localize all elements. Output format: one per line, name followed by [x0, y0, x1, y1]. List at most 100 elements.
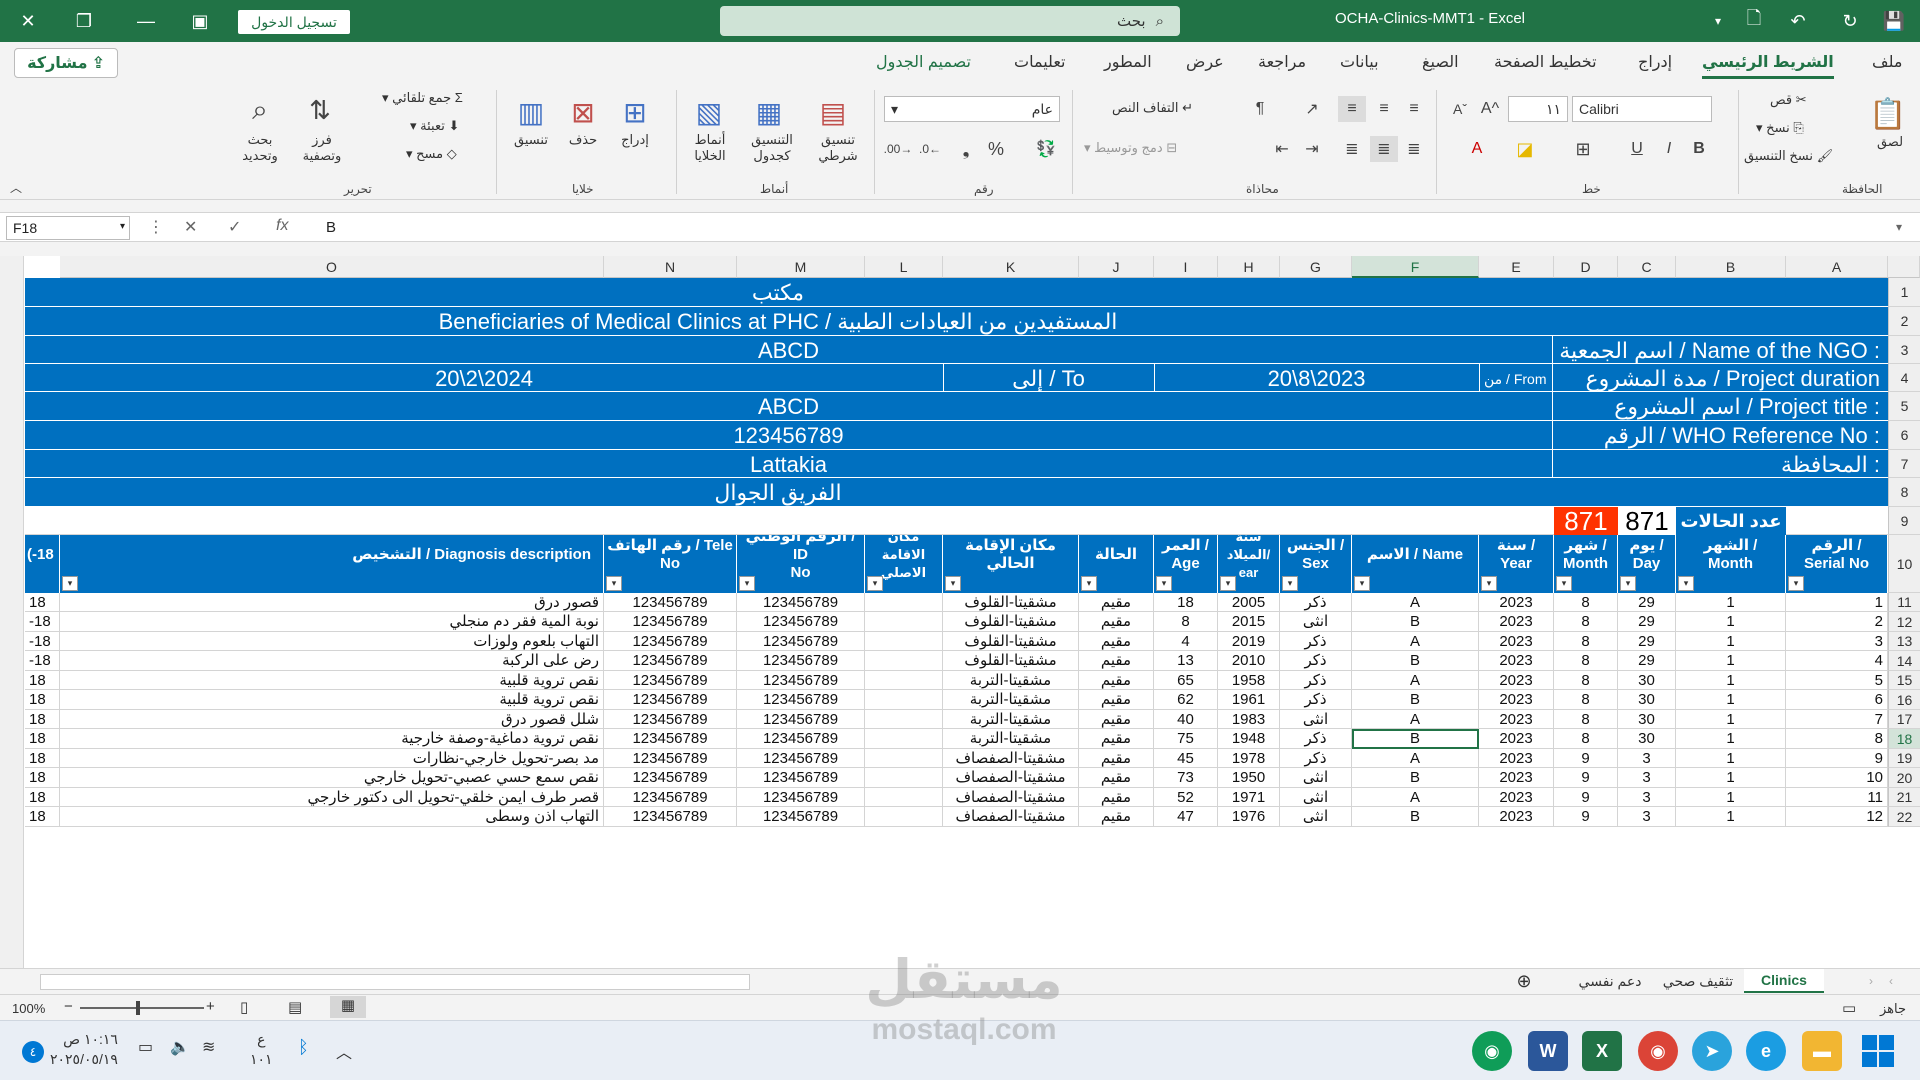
cell-n[interactable]: 123456789 — [604, 671, 737, 690]
cell-j[interactable]: مقيم — [1079, 690, 1154, 710]
cell-f[interactable]: A — [1352, 632, 1479, 651]
cell-h[interactable]: 2015 — [1218, 612, 1280, 632]
cell-h[interactable]: 2010 — [1218, 651, 1280, 671]
row-header-2[interactable]: 2 — [1888, 307, 1920, 336]
cell-k[interactable]: مشقيتا-التربة — [943, 690, 1079, 710]
row-header-8[interactable]: 8 — [1888, 478, 1920, 507]
cell-o[interactable]: شلل قصور درق — [60, 710, 604, 729]
enter-icon[interactable]: ✓ — [228, 217, 241, 237]
cell-n[interactable]: 123456789 — [604, 729, 737, 749]
row-header-14[interactable]: 14 — [1888, 651, 1920, 671]
cell-p[interactable]: -18 — [25, 632, 60, 651]
cell-d[interactable]: 9 — [1554, 768, 1618, 788]
accessibility-icon[interactable]: ▭ — [1842, 999, 1856, 1017]
align-right-icon[interactable]: ≣ — [1338, 136, 1366, 162]
underline-icon[interactable]: U — [1624, 136, 1650, 162]
row-header-16[interactable]: 16 — [1888, 690, 1920, 710]
cell-m[interactable]: 123456789 — [737, 710, 865, 729]
row-header-9[interactable]: 9 — [1888, 507, 1920, 535]
find-select-button[interactable]: بحث وتحديد — [236, 132, 284, 164]
merge-center-button[interactable]: ▾ دمج وتوسيط ⊟ — [1084, 140, 1177, 156]
cell-h[interactable]: 2005 — [1218, 593, 1280, 612]
collapse-ribbon-icon[interactable]: ︿ — [6, 178, 26, 196]
cell-m[interactable]: 123456789 — [737, 690, 865, 710]
tab-help[interactable]: تعليمات — [1014, 52, 1065, 72]
ribbon-display-icon[interactable]: ▣ — [186, 7, 214, 35]
bold-icon[interactable]: B — [1686, 136, 1712, 162]
row-header-4[interactable]: 4 — [1888, 364, 1920, 392]
cell-j[interactable]: مقيم — [1079, 807, 1154, 827]
cell-o[interactable]: نقص تروية قلبية — [60, 690, 604, 710]
cell-n[interactable]: 123456789 — [604, 710, 737, 729]
indent-increase-icon[interactable]: ⇥ — [1298, 136, 1326, 162]
row-header-21[interactable]: 21 — [1888, 788, 1920, 807]
language-indicator[interactable]: ع ١٠١ — [250, 1029, 273, 1069]
cell-d[interactable]: 9 — [1554, 749, 1618, 768]
cell-h[interactable]: 1976 — [1218, 807, 1280, 827]
dropdown-icon[interactable]: ▾ — [1704, 7, 1732, 35]
filter-dropdown-icon[interactable]: ▾ — [62, 576, 78, 591]
sort-filter-icon[interactable]: ⇅ — [298, 90, 342, 130]
cell-m[interactable]: 123456789 — [737, 729, 865, 749]
cell-g[interactable]: ذكر — [1280, 593, 1352, 612]
cell-p[interactable]: 18 — [25, 749, 60, 768]
cell-a[interactable]: 4 — [1786, 651, 1888, 671]
cell-j[interactable]: مقيم — [1079, 593, 1154, 612]
cell-g[interactable]: ذكر — [1280, 729, 1352, 749]
cell-g[interactable]: ذكر — [1280, 690, 1352, 710]
cell-i[interactable]: 47 — [1154, 807, 1218, 827]
cell-i[interactable]: 65 — [1154, 671, 1218, 690]
cell-e[interactable]: 2023 — [1479, 671, 1554, 690]
filter-dropdown-icon[interactable]: ▾ — [867, 576, 883, 591]
page-layout-view-icon[interactable]: ▤ — [288, 998, 302, 1016]
cell-j[interactable]: مقيم — [1079, 768, 1154, 788]
cell-o[interactable]: قصر طرف ايمن خلقي-تحويل الى دكتور خارجي — [60, 788, 604, 807]
cell-o[interactable]: التهاب بلعوم ولوزات — [60, 632, 604, 651]
cell-b[interactable]: 1 — [1676, 788, 1786, 807]
cell-l[interactable] — [865, 768, 943, 788]
cell-o[interactable]: نوبة المية فقر دم منجلي — [60, 612, 604, 632]
cell-e[interactable]: 2023 — [1479, 651, 1554, 671]
cell-c[interactable]: 3 — [1618, 807, 1676, 827]
format-painter-button[interactable]: نسخ التنسيق 🖌 — [1744, 148, 1833, 164]
align-bottom-icon[interactable]: ≡ — [1400, 96, 1428, 122]
cell-n[interactable]: 123456789 — [604, 807, 737, 827]
cell-e[interactable]: 2023 — [1479, 593, 1554, 612]
sheet-nav-right-icon[interactable]: › — [1864, 969, 1878, 993]
filter-dropdown-icon[interactable]: ▾ — [1678, 576, 1694, 591]
row-header-13[interactable]: 13 — [1888, 632, 1920, 651]
cell-p[interactable]: -18 — [25, 651, 60, 671]
cell-d[interactable]: 8 — [1554, 651, 1618, 671]
cell-h[interactable]: 1983 — [1218, 710, 1280, 729]
cell-g[interactable]: انثى — [1280, 768, 1352, 788]
cell-j[interactable]: مقيم — [1079, 632, 1154, 651]
horizontal-scrollbar[interactable] — [40, 974, 750, 990]
cell-f[interactable]: B — [1352, 612, 1479, 632]
expand-formula-icon[interactable]: ▾ — [1896, 220, 1902, 234]
cell-b[interactable]: 1 — [1676, 671, 1786, 690]
edge-icon[interactable]: e — [1746, 1031, 1786, 1071]
cell-d[interactable]: 8 — [1554, 729, 1618, 749]
close-icon[interactable]: ✕ — [14, 7, 42, 35]
cell-i[interactable]: 13 — [1154, 651, 1218, 671]
cut-button[interactable]: قص ✂ — [1770, 92, 1807, 108]
filter-dropdown-icon[interactable]: ▾ — [739, 576, 755, 591]
row-header-10[interactable]: 10 — [1888, 535, 1920, 593]
cell-b[interactable]: 1 — [1676, 710, 1786, 729]
cell-b[interactable]: 1 — [1676, 807, 1786, 827]
cell-l[interactable] — [865, 749, 943, 768]
cell-k[interactable]: مشقيتا-القلوف — [943, 593, 1079, 612]
cell-c[interactable]: 29 — [1618, 632, 1676, 651]
indent-decrease-icon[interactable]: ⇤ — [1268, 136, 1296, 162]
battery-icon[interactable]: ▭ — [138, 1037, 153, 1057]
cell-n[interactable]: 123456789 — [604, 749, 737, 768]
cell-j[interactable]: مقيم — [1079, 612, 1154, 632]
cell-c[interactable]: 29 — [1618, 612, 1676, 632]
cell-styles-icon[interactable]: ▧ — [688, 92, 730, 132]
fill-color-icon[interactable]: ◪ — [1512, 136, 1538, 162]
orientation-icon[interactable]: ↗ — [1298, 96, 1326, 122]
filter-dropdown-icon[interactable]: ▾ — [1156, 576, 1172, 591]
font-color-icon[interactable]: A — [1464, 136, 1490, 162]
cell-g[interactable]: انثى — [1280, 612, 1352, 632]
cell-j[interactable]: مقيم — [1079, 729, 1154, 749]
